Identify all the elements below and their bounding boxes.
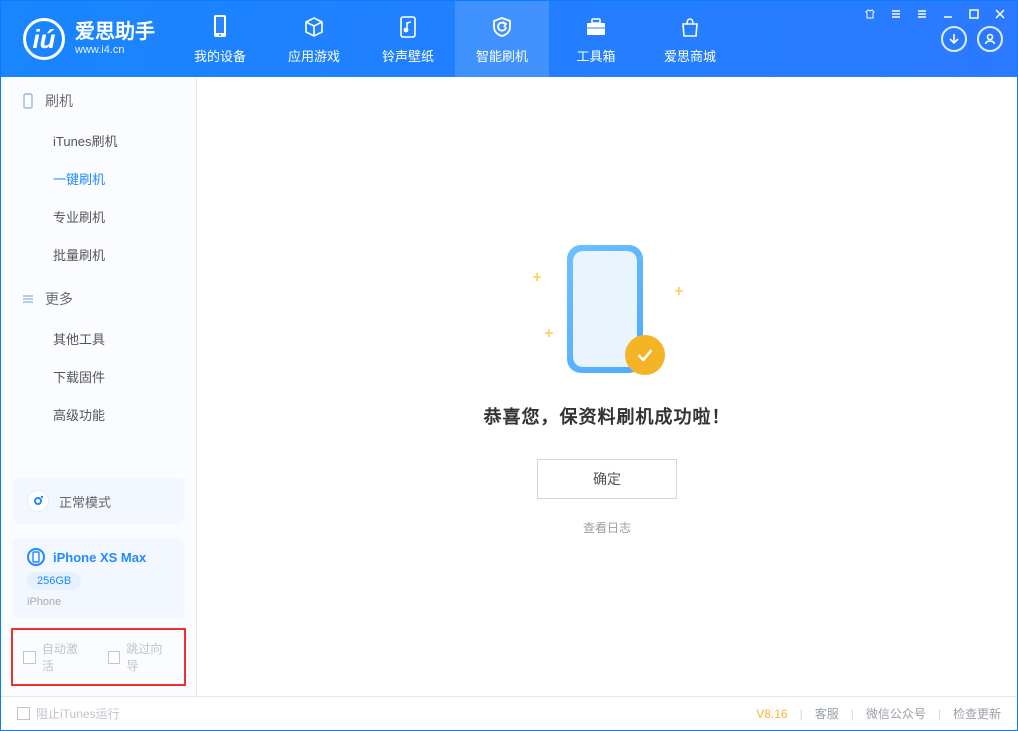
tab-label: 工具箱 [576,46,615,65]
app-url: www.i4.cn [75,44,155,57]
checkbox-block-itunes[interactable]: 阻止iTunes运行 [17,705,120,722]
tab-toolbox[interactable]: 工具箱 [549,1,643,77]
options-box: 自动激活 跳过向导 [11,628,186,686]
device-card[interactable]: iPhone XS Max 256GB iPhone [13,538,184,618]
tab-label: 智能刷机 [476,46,528,65]
checkbox-label: 自动激活 [42,640,90,674]
sidebar-item-one-click-flash[interactable]: 一键刷机 [1,161,196,199]
tab-my-device[interactable]: 我的设备 [173,1,267,77]
maximize-button[interactable] [967,7,981,21]
device-phone-icon [27,548,45,566]
checkbox-skip-guide[interactable]: 跳过向导 [108,640,175,674]
sidebar-section-flash: 刷机 [1,77,196,123]
sidebar-item-pro-flash[interactable]: 专业刷机 [1,199,196,237]
link-wechat[interactable]: 微信公众号 [866,705,926,722]
link-check-update[interactable]: 检查更新 [953,705,1001,722]
tab-label: 铃声壁纸 [382,46,434,65]
more-icon[interactable] [915,7,929,21]
app-name: 爱思助手 [75,21,155,44]
ok-button[interactable]: 确定 [537,459,677,499]
mode-card[interactable]: 正常模式 [13,478,184,524]
note-icon [395,14,421,40]
sidebar-section-more: 更多 [1,275,196,321]
device-type: iPhone [27,596,170,608]
checkbox-icon [17,707,30,720]
device-name: iPhone XS Max [53,550,146,565]
sidebar-item-advanced[interactable]: 高级功能 [1,397,196,435]
sidebar-item-download-firmware[interactable]: 下载固件 [1,359,196,397]
minimize-button[interactable] [941,7,955,21]
user-button[interactable] [977,26,1003,52]
store-icon [677,14,703,40]
checkbox-icon [108,651,121,664]
sidebar-item-batch-flash[interactable]: 批量刷机 [1,237,196,275]
device-icon [207,14,233,40]
tab-store[interactable]: 爱思商城 [643,1,737,77]
check-badge-icon [625,335,665,375]
checkbox-label: 跳过向导 [126,640,174,674]
tab-smart-flash[interactable]: 智能刷机 [455,1,549,77]
tab-apps-games[interactable]: 应用游戏 [267,1,361,77]
tab-label: 爱思商城 [664,46,716,65]
checkbox-auto-activate[interactable]: 自动激活 [23,640,90,674]
mode-label: 正常模式 [59,492,111,511]
toolbox-icon [583,14,609,40]
tab-label: 应用游戏 [288,46,340,65]
checkbox-icon [23,651,36,664]
link-kefu[interactable]: 客服 [815,705,839,722]
list-icon[interactable] [889,7,903,21]
section-title: 刷机 [45,91,73,111]
shirt-icon[interactable] [863,7,877,21]
refresh-shield-icon [489,14,515,40]
success-illustration [537,237,677,377]
checkbox-label: 阻止iTunes运行 [36,705,120,722]
phone-icon [21,94,35,108]
mode-icon [27,490,49,512]
sidebar-item-itunes-flash[interactable]: iTunes刷机 [1,123,196,161]
tab-label: 我的设备 [194,46,246,65]
section-title: 更多 [45,289,73,309]
cube-icon [301,14,327,40]
download-button[interactable] [941,26,967,52]
device-storage: 256GB [27,572,81,590]
logo-icon: iú [23,18,65,60]
version-label: V8.16 [756,707,787,721]
success-message: 恭喜您，保资料刷机成功啦！ [484,403,731,429]
app-logo: iú 爱思助手 www.i4.cn [1,18,173,60]
sidebar-item-other-tools[interactable]: 其他工具 [1,321,196,359]
view-log-link[interactable]: 查看日志 [583,519,631,536]
window-controls [863,7,1007,21]
tab-ringtones-wallpapers[interactable]: 铃声壁纸 [361,1,455,77]
menu-icon [21,292,35,306]
close-button[interactable] [993,7,1007,21]
